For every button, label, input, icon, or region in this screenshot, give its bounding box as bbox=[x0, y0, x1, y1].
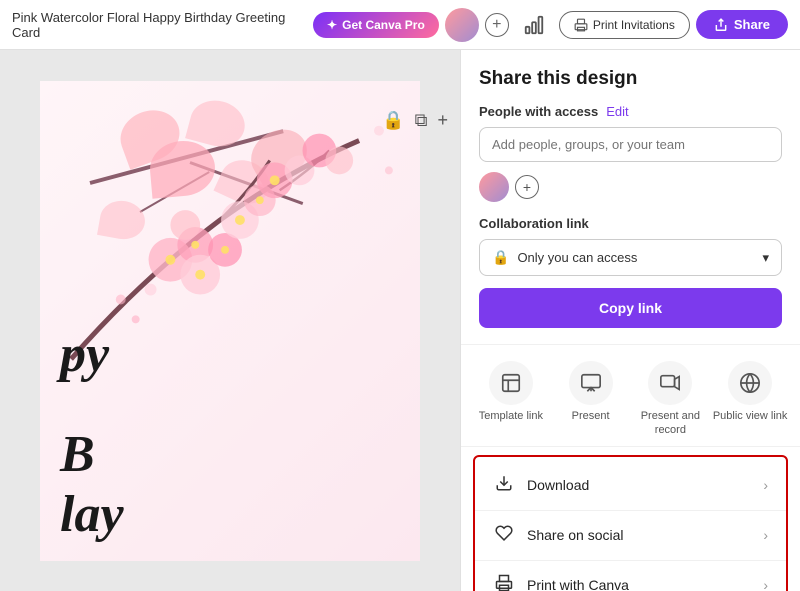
present-record-icon bbox=[648, 361, 692, 405]
download-label: Download bbox=[527, 477, 589, 493]
present-icon bbox=[569, 361, 613, 405]
avatar-area: ✦ Get Canva Pro + Print Invitations Shar… bbox=[313, 8, 788, 42]
print-icon bbox=[574, 18, 588, 32]
card-text-happy: py bbox=[60, 329, 109, 381]
template-link-option[interactable]: Template link bbox=[471, 361, 551, 438]
card-text-bday: B bbox=[60, 429, 95, 481]
people-section: People with access Edit + bbox=[479, 104, 782, 202]
topbar: Pink Watercolor Floral Happy Birthday Gr… bbox=[0, 0, 800, 50]
chevron-down-icon: ▾ bbox=[762, 250, 769, 266]
collab-section: Collaboration link 🔒 Only you can access… bbox=[479, 216, 782, 328]
public-view-icon bbox=[728, 361, 772, 405]
print-invitations-button[interactable]: Print Invitations bbox=[559, 11, 690, 39]
panel-title: Share this design bbox=[479, 68, 782, 90]
edit-access-link[interactable]: Edit bbox=[606, 104, 628, 119]
present-record-label: Present and record bbox=[631, 409, 711, 438]
download-icon bbox=[493, 474, 515, 497]
share-panel: Share this design People with access Edi… bbox=[460, 50, 800, 591]
public-view-option[interactable]: Public view link bbox=[710, 361, 790, 438]
canva-pro-button[interactable]: ✦ Get Canva Pro bbox=[313, 12, 439, 38]
card-text-day: lay bbox=[60, 489, 124, 541]
analytics-button[interactable] bbox=[515, 10, 553, 40]
download-chevron-icon: › bbox=[763, 477, 768, 493]
avatar bbox=[445, 8, 479, 42]
share-social-chevron-icon: › bbox=[763, 527, 768, 543]
share-button[interactable]: Share bbox=[696, 10, 788, 39]
analytics-icon bbox=[523, 14, 545, 36]
share-icon bbox=[714, 18, 728, 32]
add-collaborator-button[interactable]: + bbox=[485, 13, 509, 37]
canvas-toolbar: 🔒 ⧉ + bbox=[382, 110, 448, 131]
add-people-input[interactable] bbox=[479, 127, 782, 162]
print-canva-icon bbox=[493, 574, 515, 591]
present-record-option[interactable]: Present and record bbox=[631, 361, 711, 438]
print-canva-label: Print with Canva bbox=[527, 577, 629, 591]
canva-pro-icon: ✦ bbox=[327, 18, 337, 32]
share-options-row: Template link Present Present and record… bbox=[461, 344, 800, 447]
present-option[interactable]: Present bbox=[551, 361, 631, 438]
print-canva-chevron-icon: › bbox=[763, 577, 768, 591]
lock-canvas-button[interactable]: 🔒 bbox=[382, 110, 404, 131]
add-person-button[interactable]: + bbox=[515, 175, 539, 199]
public-view-label: Public view link bbox=[713, 409, 788, 423]
copy-canvas-button[interactable]: ⧉ bbox=[415, 110, 428, 131]
download-action[interactable]: Download › bbox=[475, 461, 786, 510]
topbar-left: Pink Watercolor Floral Happy Birthday Gr… bbox=[12, 10, 313, 40]
avatar-row: + bbox=[479, 172, 782, 202]
collab-label: Collaboration link bbox=[479, 216, 782, 231]
user-avatar-small bbox=[479, 172, 509, 202]
collab-dropdown-left: 🔒 Only you can access bbox=[492, 249, 637, 266]
copy-link-button[interactable]: Copy link bbox=[479, 288, 782, 328]
people-label-row: People with access Edit bbox=[479, 104, 782, 119]
present-label: Present bbox=[572, 409, 610, 423]
collab-dropdown[interactable]: 🔒 Only you can access ▾ bbox=[479, 239, 782, 276]
add-canvas-button[interactable]: + bbox=[437, 110, 448, 131]
people-label: People with access bbox=[479, 104, 598, 119]
print-canva-action[interactable]: Print with Canva › bbox=[475, 560, 786, 591]
canvas-area: 🔒 ⧉ + bbox=[0, 50, 460, 591]
greeting-card: py B lay bbox=[40, 81, 420, 561]
action-list: Download › Share on social › Print with … bbox=[473, 455, 788, 591]
share-social-label: Share on social bbox=[527, 527, 624, 543]
collab-value: Only you can access bbox=[517, 250, 637, 265]
template-link-label: Template link bbox=[479, 409, 543, 423]
share-social-icon bbox=[493, 524, 515, 547]
share-social-action[interactable]: Share on social › bbox=[475, 510, 786, 560]
lock-icon: 🔒 bbox=[492, 249, 509, 266]
template-link-icon bbox=[489, 361, 533, 405]
document-title: Pink Watercolor Floral Happy Birthday Gr… bbox=[12, 10, 313, 40]
panel-inner: Share this design People with access Edi… bbox=[461, 50, 800, 344]
